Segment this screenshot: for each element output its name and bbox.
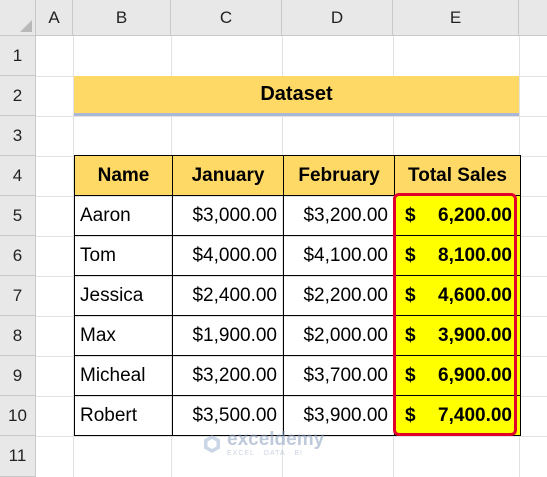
header-total-sales[interactable]: Total Sales (394, 155, 521, 196)
column-header-f[interactable] (519, 0, 547, 36)
exceldemy-watermark: exceldemy EXCEL · DATA · BI (202, 430, 324, 457)
header-name[interactable]: Name (74, 155, 173, 196)
total-amount: 8,100.00 (438, 244, 512, 266)
name-cell[interactable]: Max (74, 315, 173, 356)
column-header-c[interactable]: C (171, 0, 282, 36)
february-cell[interactable]: $2,200.00 (283, 275, 395, 316)
total-sales-cell[interactable]: $4,600.00 (394, 275, 521, 316)
total-sales-cell[interactable]: $3,900.00 (394, 315, 521, 356)
header-january[interactable]: January (172, 155, 284, 196)
january-cell[interactable]: $1,900.00 (172, 315, 284, 356)
currency-symbol: $ (405, 244, 416, 266)
gridline (36, 116, 547, 117)
february-cell[interactable]: $4,100.00 (283, 235, 395, 276)
watermark-tagline: EXCEL · DATA · BI (227, 450, 303, 457)
dataset-table: Name January February Total Sales Aaron … (74, 155, 521, 436)
total-sales-cell[interactable]: $8,100.00 (394, 235, 521, 276)
name-cell[interactable]: Tom (74, 235, 173, 276)
row-header-3[interactable]: 3 (0, 116, 36, 156)
column-header-e[interactable]: E (393, 0, 519, 36)
currency-symbol: $ (405, 204, 416, 226)
name-cell[interactable]: Robert (74, 395, 173, 436)
february-cell[interactable]: $3,200.00 (283, 195, 395, 236)
february-cell[interactable]: $2,000.00 (283, 315, 395, 356)
january-cell[interactable]: $2,400.00 (172, 275, 284, 316)
dataset-title-cell[interactable]: Dataset (74, 76, 519, 116)
january-cell[interactable]: $3,200.00 (172, 355, 284, 396)
february-cell[interactable]: $3,700.00 (283, 355, 395, 396)
header-row: Name January February Total Sales (74, 155, 521, 196)
column-header-b[interactable]: B (73, 0, 171, 36)
row-header-1[interactable]: 1 (0, 36, 36, 76)
table-row: Aaron $3,000.00 $3,200.00 $6,200.00 (74, 195, 521, 236)
row-header-7[interactable]: 7 (0, 276, 36, 316)
select-all-corner[interactable] (0, 0, 36, 36)
row-header-10[interactable]: 10 (0, 396, 36, 436)
table-row: Jessica $2,400.00 $2,200.00 $4,600.00 (74, 275, 521, 316)
name-cell[interactable]: Jessica (74, 275, 173, 316)
table-row: Micheal $3,200.00 $3,700.00 $6,900.00 (74, 355, 521, 396)
row-header-8[interactable]: 8 (0, 316, 36, 356)
exceldemy-logo-icon (204, 434, 220, 453)
row-header-4[interactable]: 4 (0, 156, 36, 196)
currency-symbol: $ (405, 364, 416, 386)
total-amount: 7,400.00 (438, 404, 512, 426)
january-cell[interactable]: $4,000.00 (172, 235, 284, 276)
header-february[interactable]: February (283, 155, 395, 196)
total-amount: 4,600.00 (438, 284, 512, 306)
row-header-5[interactable]: 5 (0, 196, 36, 236)
row-header-6[interactable]: 6 (0, 236, 36, 276)
january-cell[interactable]: $3,000.00 (172, 195, 284, 236)
row-header-2[interactable]: 2 (0, 76, 36, 116)
name-cell[interactable]: Micheal (74, 355, 173, 396)
table-row: Max $1,900.00 $2,000.00 $3,900.00 (74, 315, 521, 356)
currency-symbol: $ (405, 324, 416, 346)
total-sales-cell[interactable]: $6,900.00 (394, 355, 521, 396)
total-amount: 6,200.00 (438, 204, 512, 226)
total-amount: 6,900.00 (438, 364, 512, 386)
watermark-brand: exceldemy (227, 429, 325, 450)
row-header-11[interactable]: 11 (0, 436, 36, 477)
table-row: Tom $4,000.00 $4,100.00 $8,100.00 (74, 235, 521, 276)
total-amount: 3,900.00 (438, 324, 512, 346)
total-sales-cell[interactable]: $7,400.00 (394, 395, 521, 436)
currency-symbol: $ (405, 404, 416, 426)
name-cell[interactable]: Aaron (74, 195, 173, 236)
column-header-a[interactable]: A (36, 0, 73, 36)
column-header-d[interactable]: D (282, 0, 393, 36)
currency-symbol: $ (405, 284, 416, 306)
total-sales-cell[interactable]: $6,200.00 (394, 195, 521, 236)
row-header-9[interactable]: 9 (0, 356, 36, 396)
